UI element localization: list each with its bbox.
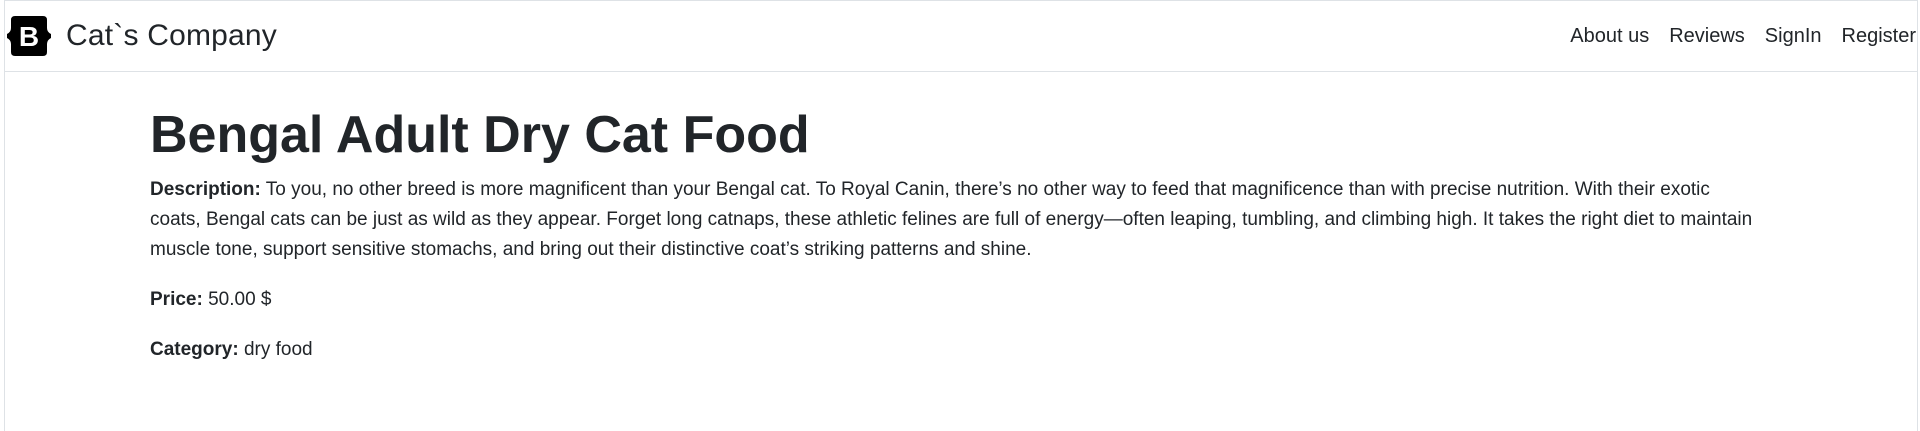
logo-letter: B [19, 21, 39, 52]
page-frame: B Cat`s Company About us Reviews SignIn … [4, 0, 1918, 431]
product-details: Bengal Adult Dry Cat Food Description: T… [150, 104, 1760, 365]
brand-name: Cat`s Company [66, 19, 278, 52]
description-label: Description: [150, 179, 261, 200]
nav-link-register[interactable]: Register [1842, 25, 1916, 48]
nav-link-signin[interactable]: SignIn [1765, 25, 1822, 48]
product-description: Description: To you, no other breed is m… [150, 175, 1760, 265]
nav-link-reviews[interactable]: Reviews [1669, 25, 1745, 48]
brand-link[interactable]: B Cat`s Company [6, 14, 277, 58]
top-navbar: B Cat`s Company About us Reviews SignIn … [5, 1, 1917, 72]
product-price: Price: 50.00 $ [150, 285, 1760, 315]
product-category: Category: dry food [150, 335, 1760, 365]
main-nav: About us Reviews SignIn Register [1570, 1, 1917, 71]
bootstrap-logo-icon: B [7, 16, 51, 56]
product-title: Bengal Adult Dry Cat Food [150, 106, 810, 164]
category-label: Category: [150, 339, 239, 360]
nav-link-about-us[interactable]: About us [1570, 25, 1649, 48]
price-value: 50.00 $ [208, 289, 272, 310]
description-text: To you, no other breed is more magnifice… [150, 179, 1753, 260]
category-value: dry food [243, 339, 313, 360]
price-label: Price: [150, 289, 203, 310]
